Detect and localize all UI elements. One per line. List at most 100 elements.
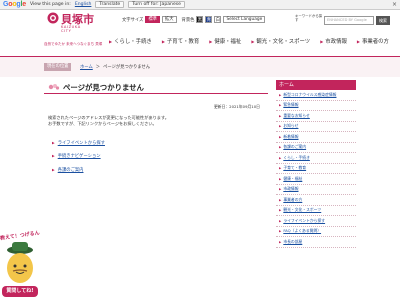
- sidebar-item-label[interactable]: くらし・手続き: [283, 155, 310, 161]
- sidebar-item-label[interactable]: FAQ（よくある質問）: [283, 228, 321, 234]
- chevron-right-icon: ▶: [251, 38, 255, 44]
- sidebar-item[interactable]: ▶ 重要なお知らせ: [276, 111, 356, 122]
- page-title-bar: ページが見つかりません: [44, 80, 268, 94]
- list-item[interactable]: ▶ 手続きナビゲーション: [52, 153, 105, 159]
- chevron-right-icon: ▶: [320, 38, 324, 44]
- bullet-icon: ▶: [279, 92, 282, 97]
- site-logo[interactable]: 貝塚市 KAIZUKA CITY 自然でゆたか 未来へつなぐまち 貝塚: [44, 12, 102, 56]
- sidebar-item[interactable]: ▶ お知らせ: [276, 122, 356, 132]
- nav-item-kosodate[interactable]: ▶ 子育て・教育: [157, 37, 204, 46]
- site-header: 貝塚市 KAIZUKA CITY 自然でゆたか 未来へつなぐまち 貝塚 文字サイ…: [0, 10, 400, 56]
- search-input[interactable]: ENHANCED BY Google: [324, 16, 374, 25]
- bullet-icon: ▶: [279, 187, 282, 192]
- breadcrumb: 現在の位置 ホーム ＞ ページが見つかりません: [0, 57, 400, 77]
- sidebar-heading[interactable]: ホーム: [276, 80, 356, 90]
- chevron-right-icon: ▶: [161, 38, 165, 44]
- nav-item-kurashi[interactable]: ▶ くらし・手続き: [104, 37, 157, 46]
- bullet-icon: ▶: [279, 229, 282, 234]
- bullet-icon: ▶: [279, 103, 282, 108]
- sidebar-item[interactable]: ▶ 事業者の方: [276, 195, 356, 206]
- sidebar-item[interactable]: ▶ FAQ（よくある質問）: [276, 227, 356, 237]
- sidebar-item-label[interactable]: 重要なお知らせ: [283, 113, 310, 119]
- sidebar-item[interactable]: ▶ 各課のご案内: [276, 143, 356, 153]
- chevron-right-icon: ▶: [109, 38, 113, 44]
- breadcrumb-path: ホーム ＞ ページが見つかりません: [80, 64, 150, 70]
- sidebar-item[interactable]: ▶ 子育て・教育: [276, 164, 356, 174]
- nav-label: 健康・福祉: [214, 39, 242, 45]
- error-message-line-2: お手数ですが、下記リンクからページをお探しください。: [48, 121, 157, 126]
- sidebar-item-label[interactable]: 事業者の方: [283, 197, 302, 203]
- list-item[interactable]: ▶ ライフイベントから探す: [52, 140, 105, 146]
- google-translate-bar: Google View this page in: English Transl…: [0, 0, 400, 10]
- chevron-right-icon: ▶: [356, 38, 360, 44]
- updated-date: 更新日：2021年09月10日: [214, 104, 260, 109]
- sidebar-item-label[interactable]: ライフイベントから探す: [283, 218, 325, 224]
- error-message: 検索されたページのアドレスが変更になった可能性があります。 お手数ですが、下記リ…: [48, 115, 169, 127]
- nav-item-jigyosha[interactable]: ▶ 事業者の方: [352, 37, 394, 46]
- sidebar-item-label[interactable]: 市政情報: [283, 186, 298, 192]
- bullet-icon: ▶: [279, 166, 282, 171]
- sidebar-item-label[interactable]: 健康・福祉: [283, 176, 302, 182]
- chatbot-button[interactable]: 質問してね!: [2, 286, 38, 297]
- bg-blue-button[interactable]: 青: [205, 16, 213, 23]
- sidebar-item[interactable]: ▶ 市政情報: [276, 185, 356, 195]
- bullet-icon: ▶: [279, 134, 282, 139]
- bullet-icon: ▶: [279, 155, 282, 160]
- sidebar-item-label[interactable]: 新型コロナウイルス感染症情報: [283, 92, 336, 98]
- nav-item-shisei[interactable]: ▶ 市政情報: [315, 37, 352, 46]
- link-procedure-navi[interactable]: 手続きナビゲーション: [58, 153, 101, 159]
- sidebar-item[interactable]: ▶ 市長の部屋: [276, 237, 356, 248]
- translate-button[interactable]: Translate: [95, 1, 125, 8]
- view-page-in-label: View this page in:: [29, 2, 71, 7]
- sidebar-item-label[interactable]: 観光・文化・スポーツ: [283, 207, 321, 213]
- sidebar-item-label[interactable]: 各課のご案内: [283, 144, 306, 150]
- bullet-icon: ▶: [52, 167, 55, 172]
- link-life-event[interactable]: ライフイベントから探す: [58, 140, 105, 146]
- nav-item-kenko[interactable]: ▶ 健康・福祉: [204, 37, 246, 46]
- sidebar-item-label[interactable]: 緊急情報: [283, 102, 298, 108]
- nav-label: 観光・文化・スポーツ: [256, 39, 311, 45]
- sidebar-item-label[interactable]: お知らせ: [283, 123, 298, 129]
- nav-item-kanko[interactable]: ▶ 観光・文化・スポーツ: [246, 37, 315, 46]
- breadcrumb-current: ページが見つかりません: [103, 65, 151, 70]
- chevron-right-icon: ▶: [209, 38, 213, 44]
- main-content: ページが見つかりません 更新日：2021年09月10日 検索されたページのアドレ…: [44, 80, 268, 173]
- close-icon[interactable]: ×: [392, 1, 397, 8]
- bg-black-button[interactable]: 黒: [196, 16, 204, 23]
- recovery-links: ▶ ライフイベントから探す ▶ 手続きナビゲーション ▶ 各課のご案内: [52, 140, 105, 180]
- language-select[interactable]: English: [75, 2, 92, 7]
- sidebar-list: ▶ 新型コロナウイルス感染症情報 ▶ 緊急情報 ▶ 重要なお知らせ ▶ お知らせ ▶ 新着…: [276, 90, 356, 248]
- bullet-icon: ▶: [279, 124, 282, 129]
- logo-catchphrase: 自然でゆたか 未来へつなぐまち 貝塚: [44, 42, 103, 46]
- sidebar-item-label[interactable]: 新着情報: [283, 134, 298, 140]
- bg-white-button[interactable]: 白: [214, 16, 222, 23]
- bullet-icon: ▶: [279, 197, 282, 202]
- sidebar-item[interactable]: ▶ 健康・福祉: [276, 174, 356, 185]
- nav-label: 市政情報: [325, 39, 347, 45]
- select-language-dropdown[interactable]: Select Language: [223, 16, 266, 23]
- sidebar-item[interactable]: ▶ 観光・文化・スポーツ: [276, 206, 356, 216]
- sidebar-item-label[interactable]: 子育て・教育: [283, 165, 306, 171]
- font-large-button[interactable]: 拡大: [161, 16, 177, 23]
- sidebar-item-label[interactable]: 市長の部屋: [283, 239, 302, 245]
- breadcrumb-separator: ＞: [95, 65, 101, 70]
- breadcrumb-tag: 現在の位置: [44, 63, 72, 71]
- bullet-icon: ▶: [279, 176, 282, 181]
- bullet-icon: ▶: [279, 218, 282, 223]
- search-button[interactable]: 検索: [376, 16, 390, 25]
- font-standard-button[interactable]: 標準: [145, 16, 160, 23]
- breadcrumb-home-link[interactable]: ホーム: [80, 64, 93, 70]
- sidebar-item[interactable]: ▶ くらし・手続き: [276, 153, 356, 164]
- turn-off-button[interactable]: Turn off for: Japanese: [128, 1, 186, 8]
- global-nav: ▶ くらし・手続き ▶ 子育て・教育 ▶ 健康・福祉 ▶ 観光・文化・スポーツ ▶ 市政情…: [104, 37, 394, 46]
- logo-english: KAIZUKA CITY: [61, 25, 81, 33]
- sidebar-item[interactable]: ▶ ライフイベントから探す: [276, 216, 356, 227]
- nav-label: 子育て・教育: [166, 39, 200, 45]
- list-item[interactable]: ▶ 各課のご案内: [52, 167, 105, 173]
- sidebar-item[interactable]: ▶ 新着情報: [276, 132, 356, 143]
- sidebar-item[interactable]: ▶ 新型コロナウイルス感染症情報: [276, 90, 356, 101]
- bullet-icon: ▶: [279, 208, 282, 213]
- sidebar-item[interactable]: ▶ 緊急情報: [276, 101, 356, 111]
- link-departments[interactable]: 各課のご案内: [58, 167, 84, 173]
- chatbot-mascot[interactable]: 教えて！つげるん 質問してね!: [0, 230, 40, 300]
